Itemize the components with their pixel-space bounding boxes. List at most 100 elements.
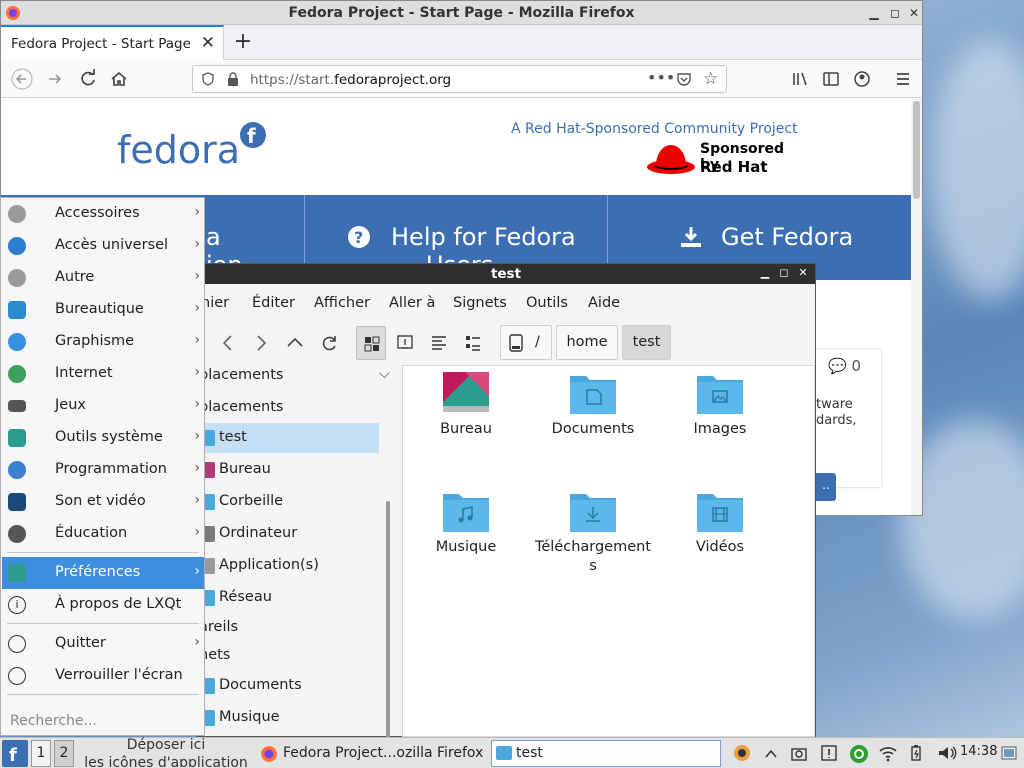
menu-item-autre[interactable]: Autre › (2, 262, 204, 294)
forward-arrow-icon[interactable] (246, 326, 276, 360)
menu-search-input[interactable]: Recherche... (10, 713, 97, 729)
wifi-icon[interactable] (878, 744, 897, 762)
menu-signets[interactable]: Signets (453, 295, 507, 311)
menu-item-preferences[interactable]: Préférences › (2, 557, 204, 589)
menu-item-graphisme[interactable]: Graphisme › (2, 326, 204, 358)
sidebar-item-reseau[interactable]: Réseau (197, 583, 379, 613)
hamburger-menu-icon[interactable] (892, 68, 914, 90)
sidebar-item-corbeille[interactable]: Corbeille (197, 487, 379, 517)
menu-editer[interactable]: Éditer (252, 295, 295, 311)
screenshot-icon[interactable] (790, 744, 808, 762)
file-item-bureau[interactable]: Bureau (406, 372, 526, 439)
sidebar-scrollbar[interactable] (386, 501, 390, 763)
battery-icon[interactable] (907, 744, 925, 762)
update-icon[interactable] (733, 744, 751, 762)
menu-item-lock-screen[interactable]: Verrouiller l'écran (2, 660, 204, 692)
sidebar-item-musique[interactable]: Musique (197, 703, 379, 733)
close-tab-icon[interactable]: ✕ (201, 33, 215, 53)
menu-item-programmation[interactable]: Programmation › (2, 454, 204, 486)
file-item-telechargements[interactable]: Téléchargements (533, 490, 653, 576)
file-manager-title: test (490, 266, 522, 282)
refresh-icon[interactable] (314, 326, 344, 360)
url-text: https://start.fedoraproject.org (250, 72, 452, 88)
comment-count[interactable]: 💬 0 (828, 357, 861, 375)
back-icon[interactable] (11, 68, 33, 90)
task-firefox[interactable]: Fedora Project...ozilla Firefox (257, 740, 487, 767)
forward-icon[interactable] (44, 68, 66, 90)
page-actions-icon[interactable]: ••• (647, 68, 675, 87)
fedora-menu-button[interactable]: f (2, 740, 28, 767)
file-item-images[interactable]: Images (660, 372, 780, 439)
desktop-1-button[interactable]: 1 (31, 740, 51, 767)
library-icon[interactable] (789, 68, 811, 90)
url-bar[interactable]: https://start.fedoraproject.org ••• ☆ (192, 65, 727, 93)
hidden-icons-icon[interactable] (764, 744, 778, 762)
home-icon[interactable] (108, 68, 130, 90)
lock-icon[interactable] (226, 71, 240, 87)
tagline[interactable]: A Red Hat-Sponsored Community Project (511, 121, 798, 137)
fedora-logo[interactable]: fedora f (117, 121, 277, 169)
shield-icon[interactable] (200, 71, 216, 87)
reload-icon[interactable] (77, 68, 99, 90)
show-desktop-icon[interactable] (1000, 744, 1018, 762)
sidebar-item-documents[interactable]: Documents (197, 671, 379, 701)
sidebar-item-ordinateur[interactable]: Ordinateur (197, 519, 379, 549)
menu-item-internet[interactable]: Internet › (2, 358, 204, 390)
volume-icon[interactable] (937, 744, 957, 762)
breadcrumb-home[interactable]: home (556, 325, 618, 360)
menu-item-acces-universel[interactable]: Accès universel › (2, 230, 204, 262)
pocket-icon[interactable] (676, 71, 692, 87)
menu-item-son-et-video[interactable]: Son et vidéo › (2, 486, 204, 518)
menu-item-outils-systeme[interactable]: Outils système › (2, 422, 204, 454)
page-scrollbar[interactable] (911, 99, 922, 515)
breadcrumb-root[interactable]: / (500, 325, 552, 360)
sidebar-section-bookmarks: nets (199, 647, 231, 663)
sidebar-icon[interactable] (820, 68, 842, 90)
sidebar-item-bureau[interactable]: Bureau (197, 455, 379, 485)
menu-item-quit[interactable]: Quitter › (2, 628, 204, 660)
menu-item-about[interactable]: i À propos de LXQt (2, 589, 204, 621)
menu-item-jeux[interactable]: Jeux › (2, 390, 204, 422)
up-arrow-icon[interactable] (280, 326, 310, 360)
sidebar-dropdown[interactable]: placements ⌵ (197, 361, 390, 391)
menu-outils[interactable]: Outils (526, 295, 568, 311)
notification-icon[interactable] (820, 744, 838, 762)
nav-item-first[interactable]: a (206, 223, 221, 251)
fm-close-button[interactable]: ✕ (796, 266, 810, 280)
task-file-manager[interactable]: test (491, 740, 721, 767)
menu-item-education[interactable]: Éducation › (2, 518, 204, 550)
thumbnail-view-icon[interactable] (390, 326, 420, 360)
new-tab-button[interactable]: + (231, 29, 255, 55)
menu-item-accessoires[interactable]: Accessoires › (2, 198, 204, 230)
file-item-documents[interactable]: Documents (533, 372, 653, 439)
minimize-button[interactable]: ▁ (865, 4, 883, 22)
detailed-view-icon[interactable] (458, 326, 488, 360)
file-item-musique[interactable]: Musique (406, 490, 526, 557)
fm-minimize-button[interactable]: ▁ (758, 266, 772, 280)
maximize-button[interactable]: ◻ (886, 4, 904, 22)
status-ok-icon[interactable] (849, 744, 868, 763)
account-icon[interactable] (851, 68, 873, 90)
card-button[interactable]: .. (816, 473, 836, 501)
compact-view-icon[interactable] (424, 326, 454, 360)
file-item-videos[interactable]: Vidéos (660, 490, 780, 557)
back-arrow-icon[interactable] (213, 326, 243, 360)
desktop-2-button[interactable]: 2 (54, 740, 74, 767)
breadcrumb-test[interactable]: test (622, 325, 671, 360)
menu-aller-a[interactable]: Aller à (389, 295, 435, 311)
redhat-sponsor-logo[interactable]: Sponsored by Red Hat (646, 139, 806, 179)
menu-afficher[interactable]: Afficher (314, 295, 370, 311)
clock[interactable]: 14:38 (960, 744, 997, 759)
icon-view-icon[interactable] (356, 326, 386, 360)
file-manager-titlebar[interactable]: test ▁ ◻ ✕ (197, 264, 815, 284)
firefox-titlebar[interactable]: Fedora Project - Start Page - Mozilla Fi… (1, 1, 922, 25)
fm-maximize-button[interactable]: ◻ (777, 266, 791, 280)
close-button[interactable]: ✕ (905, 4, 922, 22)
menu-fichier[interactable]: hier (201, 295, 229, 311)
menu-item-bureautique[interactable]: Bureautique › (2, 294, 204, 326)
tab-fedora-start[interactable]: Fedora Project - Start Page ✕ (1, 25, 224, 60)
menu-aide[interactable]: Aide (588, 295, 620, 311)
sidebar-item-applications[interactable]: Application(s) (197, 551, 379, 581)
bookmark-star-icon[interactable]: ☆ (703, 69, 718, 89)
sidebar-item-test[interactable]: test (197, 423, 379, 453)
